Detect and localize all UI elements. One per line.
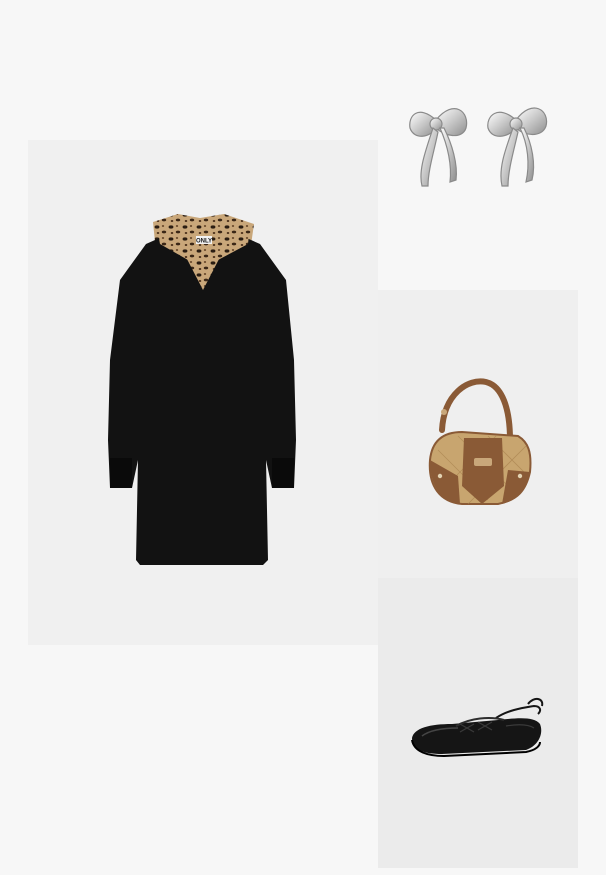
dress-product-image[interactable]: ONLY	[28, 140, 378, 645]
dress-brand-label: ONLY	[196, 239, 212, 245]
bag-icon	[428, 378, 532, 505]
bag-product-image[interactable]	[378, 290, 578, 578]
shoe-icon	[411, 698, 544, 758]
earrings-product-image[interactable]	[378, 20, 578, 290]
earring-icon	[409, 107, 548, 187]
shoe-product-image[interactable]	[378, 578, 578, 868]
dress-icon: ONLY	[108, 214, 296, 565]
